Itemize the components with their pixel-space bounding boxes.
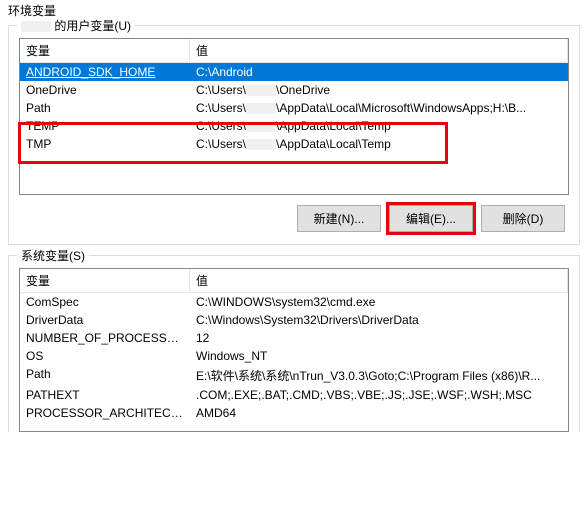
redacted-text [246,121,276,132]
var-name-cell: PATHEXT [20,386,190,404]
table-row[interactable]: PathC:\Users\\AppData\Local\Microsoft\Wi… [20,99,568,117]
table-row[interactable]: NUMBER_OF_PROCESSORS12 [20,329,568,347]
table-row[interactable]: TEMPC:\Users\\AppData\Local\Temp [20,117,568,135]
var-value-cell: C:\Users\\AppData\Local\Temp [190,117,568,135]
var-value-cell: C:\Android [190,63,568,81]
var-name-cell: OneDrive [20,81,190,99]
new-button[interactable]: 新建(N)... [297,205,381,232]
table-row[interactable]: TMPC:\Users\\AppData\Local\Temp [20,135,568,153]
var-value-cell: E:\软件\系统\系统\nTrun_V3.0.3\Goto;C:\Program… [190,365,568,386]
table-row[interactable]: DriverDataC:\Windows\System32\Drivers\Dr… [20,311,568,329]
system-vars-label: 系统变量(S) [17,247,89,264]
system-vars-list[interactable]: 变量 值 ComSpecC:\WINDOWS\system32\cmd.exeD… [19,268,569,432]
var-name-cell: NUMBER_OF_PROCESSORS [20,329,190,347]
col-header-name[interactable]: 变量 [20,269,190,292]
delete-button[interactable]: 删除(D) [481,205,565,232]
table-row[interactable]: PROCESSOR_ARCHITECT...AMD64 [20,404,568,422]
var-name-cell: OS [20,347,190,365]
user-vars-label: 的用户变量(U) [17,17,135,34]
var-name-cell: PROCESSOR_ARCHITECT... [20,404,190,422]
var-value-cell: 12 [190,329,568,347]
var-name-cell: DriverData [20,311,190,329]
var-value-cell: AMD64 [190,404,568,422]
var-value-cell: C:\WINDOWS\system32\cmd.exe [190,293,568,311]
table-row[interactable]: ComSpecC:\WINDOWS\system32\cmd.exe [20,293,568,311]
var-name-cell: ANDROID_SDK_HOME [20,63,190,81]
var-value-cell: Windows_NT [190,347,568,365]
edit-button[interactable]: 编辑(E)... [389,205,473,232]
var-value-cell: C:\Windows\System32\Drivers\DriverData [190,311,568,329]
redacted-text [246,103,276,114]
user-vars-group: 的用户变量(U) 变量 值 ANDROID_SDK_HOMEC:\Android… [8,25,580,245]
var-value-cell: C:\Users\\AppData\Local\Temp [190,135,568,153]
var-name-cell: TMP [20,135,190,153]
var-value-cell: C:\Users\\OneDrive [190,81,568,99]
table-row[interactable]: PathE:\软件\系统\系统\nTrun_V3.0.3\Goto;C:\Pro… [20,365,568,386]
table-row[interactable]: ANDROID_SDK_HOMEC:\Android [20,63,568,81]
table-row[interactable]: OneDriveC:\Users\\OneDrive [20,81,568,99]
var-name-cell: Path [20,365,190,386]
var-name-cell: Path [20,99,190,117]
col-header-value[interactable]: 值 [190,269,568,292]
redacted-text [246,139,276,150]
list-header: 变量 值 [20,269,568,293]
var-value-cell: .COM;.EXE;.BAT;.CMD;.VBS;.VBE;.JS;.JSE;.… [190,386,568,404]
var-name-cell: ComSpec [20,293,190,311]
user-vars-list[interactable]: 变量 值 ANDROID_SDK_HOMEC:\AndroidOneDriveC… [19,38,569,195]
user-button-row: 新建(N)... 编辑(E)... 删除(D) [19,195,569,234]
table-row[interactable]: OSWindows_NT [20,347,568,365]
table-row[interactable]: PATHEXT.COM;.EXE;.BAT;.CMD;.VBS;.VBE;.JS… [20,386,568,404]
redacted-text [246,85,276,96]
var-value-cell: C:\Users\\AppData\Local\Microsoft\Window… [190,99,568,117]
var-name-cell: TEMP [20,117,190,135]
list-header: 变量 值 [20,39,568,63]
system-vars-group: 系统变量(S) 变量 值 ComSpecC:\WINDOWS\system32\… [8,255,580,432]
col-header-name[interactable]: 变量 [20,39,190,62]
col-header-value[interactable]: 值 [190,39,568,62]
